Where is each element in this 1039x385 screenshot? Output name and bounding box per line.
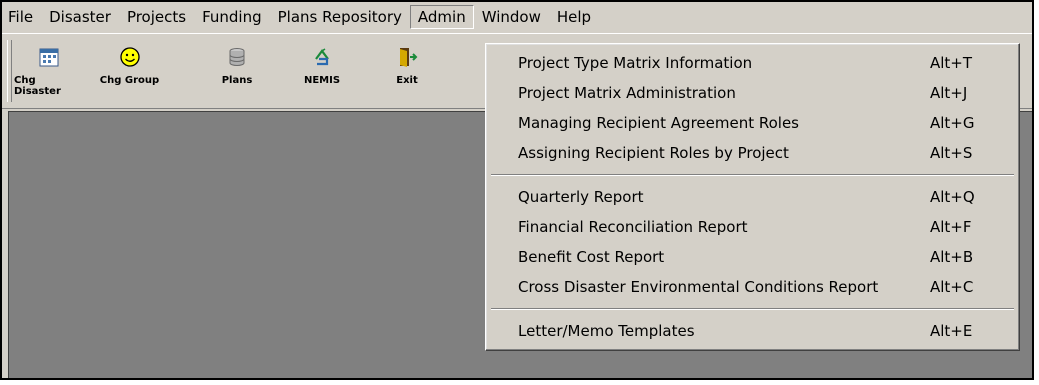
menu-item-letter-memo-templates[interactable]: Letter/Memo Templates Alt+E — [486, 318, 1019, 345]
menu-admin[interactable]: Admin — [409, 5, 474, 29]
menu-item-shortcut: Alt+G — [930, 114, 975, 132]
menu-item-label: Cross Disaster Environmental Conditions … — [518, 278, 879, 296]
menu-plans-repository[interactable]: Plans Repository — [270, 5, 410, 29]
database-icon — [229, 48, 245, 66]
menu-bar: File Disaster Projects Funding Plans Rep… — [2, 2, 1032, 32]
menu-disaster[interactable]: Disaster — [41, 5, 119, 29]
calendar-icon — [39, 48, 59, 67]
menu-item-assigning-recipient-roles[interactable]: Assigning Recipient Roles by Project Alt… — [486, 140, 1019, 167]
plans-label: Plans — [221, 75, 253, 86]
menu-projects[interactable]: Projects — [119, 5, 194, 29]
nemis-recycle-icon — [315, 48, 329, 66]
menu-item-cross-disaster-environmental[interactable]: Cross Disaster Environmental Conditions … — [486, 274, 1019, 301]
plans-button[interactable]: Plans — [212, 46, 262, 100]
menu-item-label: Benefit Cost Report — [518, 248, 665, 266]
menu-separator — [491, 174, 1014, 176]
exit-label: Exit — [396, 75, 418, 86]
menu-item-shortcut: Alt+E — [930, 322, 973, 340]
menu-separator — [491, 308, 1014, 310]
menu-item-label: Managing Recipient Agreement Roles — [518, 114, 799, 132]
chg-disaster-button[interactable]: Chg Disaster — [14, 46, 84, 100]
chg-group-label: Chg Group — [99, 75, 160, 86]
menu-item-shortcut: Alt+T — [930, 54, 973, 72]
menu-item-shortcut: Alt+C — [930, 278, 974, 296]
application-window: File Disaster Projects Funding Plans Rep… — [0, 0, 1034, 380]
menu-item-financial-reconciliation[interactable]: Financial Reconciliation Report Alt+F — [486, 214, 1019, 241]
menu-item-managing-recipient-roles[interactable]: Managing Recipient Agreement Roles Alt+G — [486, 110, 1019, 137]
menu-item-shortcut: Alt+Q — [930, 188, 975, 206]
menu-item-shortcut: Alt+S — [930, 144, 973, 162]
menu-item-shortcut: Alt+F — [930, 218, 972, 236]
menu-item-label: Assigning Recipient Roles by Project — [518, 144, 789, 162]
nemis-label: NEMIS — [303, 75, 341, 86]
menu-item-shortcut: Alt+J — [930, 84, 968, 102]
menu-item-label: Letter/Memo Templates — [518, 322, 695, 340]
nemis-button[interactable]: NEMIS — [292, 46, 352, 100]
menu-item-label: Project Type Matrix Information — [518, 54, 753, 72]
exit-button[interactable]: Exit — [382, 46, 432, 100]
menu-item-project-matrix-admin[interactable]: Project Matrix Administration Alt+J — [486, 80, 1019, 107]
menu-item-benefit-cost-report[interactable]: Benefit Cost Report Alt+B — [486, 244, 1019, 271]
chg-group-button[interactable]: Chg Group — [92, 46, 167, 100]
menu-item-label: Project Matrix Administration — [518, 84, 736, 102]
menu-item-shortcut: Alt+B — [930, 248, 974, 266]
menu-item-label: Financial Reconciliation Report — [518, 218, 748, 236]
menu-item-project-type-matrix[interactable]: Project Type Matrix Information Alt+T — [486, 50, 1019, 77]
menu-funding[interactable]: Funding — [194, 5, 270, 29]
menu-help[interactable]: Help — [549, 5, 599, 29]
admin-dropdown-menu: Project Type Matrix Information Alt+T Pr… — [485, 43, 1020, 351]
chg-disaster-label: Chg Disaster — [14, 75, 61, 97]
smiley-icon — [119, 47, 140, 67]
menu-item-quarterly-report[interactable]: Quarterly Report Alt+Q — [486, 184, 1019, 211]
toolbar-grip[interactable] — [7, 40, 12, 102]
exit-door-icon — [400, 48, 418, 67]
menu-item-label: Quarterly Report — [518, 188, 644, 206]
menu-file[interactable]: File — [2, 5, 41, 29]
menu-window[interactable]: Window — [474, 5, 549, 29]
